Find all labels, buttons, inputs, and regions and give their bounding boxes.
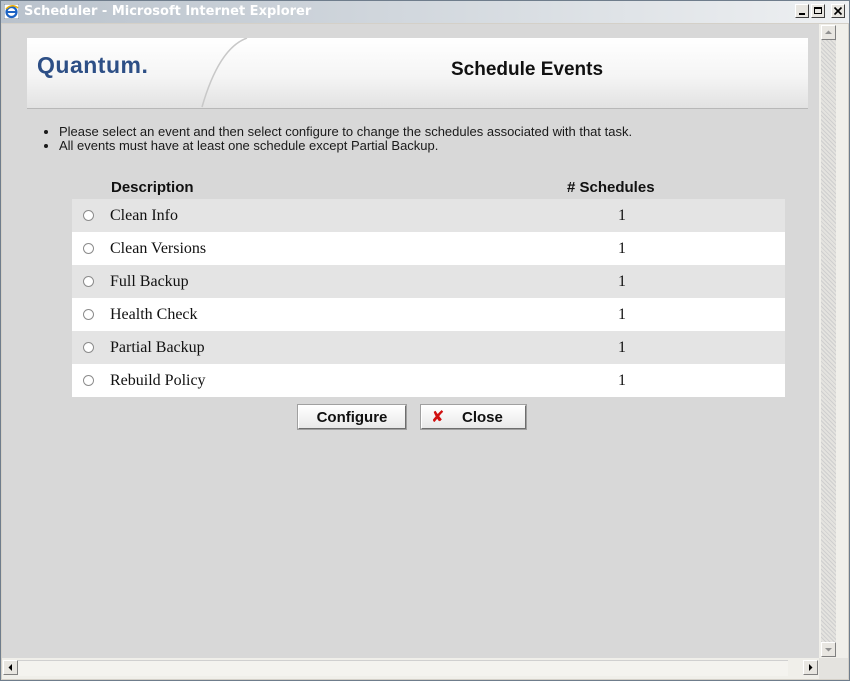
minimize-icon[interactable]: [795, 4, 809, 18]
column-header-schedules: # Schedules: [567, 179, 655, 196]
quantum-logo: Quantum.: [37, 52, 149, 78]
scroll-up-arrow-icon[interactable]: [821, 25, 836, 40]
event-radio[interactable]: [83, 243, 94, 254]
table-row[interactable]: Clean Info 1: [72, 199, 785, 232]
scroll-right-arrow-icon[interactable]: [803, 660, 818, 675]
vertical-scrollbar[interactable]: [819, 24, 848, 658]
table-row[interactable]: Full Backup 1: [72, 265, 785, 298]
event-radio[interactable]: [83, 342, 94, 353]
close-icon[interactable]: [831, 4, 845, 18]
event-schedule-count: 1: [618, 273, 626, 290]
column-header-description: Description: [111, 179, 194, 196]
vertical-scroll-track[interactable]: [821, 40, 836, 642]
event-schedule-count: 1: [618, 339, 626, 356]
event-schedule-count: 1: [618, 207, 626, 224]
close-button[interactable]: ✘ Close: [421, 405, 526, 429]
event-description: Health Check: [110, 306, 198, 323]
instruction-item: Please select an event and then select c…: [59, 125, 834, 139]
page-title: Schedule Events: [450, 59, 604, 80]
red-x-icon: ✘: [431, 407, 445, 426]
events-table: Clean Info 1 Clean Versions 1 Full Backu…: [72, 199, 785, 397]
event-schedule-count: 1: [618, 372, 626, 389]
instructions-list: Please select an event and then select c…: [39, 125, 834, 153]
event-description: Full Backup: [110, 273, 189, 290]
close-button-label: Close: [462, 409, 503, 426]
event-schedule-count: 1: [618, 306, 626, 323]
event-radio[interactable]: [83, 309, 94, 320]
event-radio[interactable]: [83, 375, 94, 386]
horizontal-scrollbar[interactable]: [2, 658, 819, 679]
internet-explorer-icon: [3, 3, 20, 20]
event-description: Clean Versions: [110, 240, 207, 257]
configure-button[interactable]: Configure: [298, 405, 406, 429]
table-row[interactable]: Rebuild Policy 1: [72, 364, 785, 397]
table-row[interactable]: Health Check 1: [72, 298, 785, 331]
event-description: Clean Info: [110, 207, 178, 224]
instruction-item: All events must have at least one schedu…: [59, 139, 834, 153]
event-description: Partial Backup: [110, 339, 205, 356]
browser-window: Scheduler - Microsoft Internet Explorer …: [0, 0, 850, 681]
table-row[interactable]: Partial Backup 1: [72, 331, 785, 364]
event-description: Rebuild Policy: [110, 372, 206, 389]
title-bar[interactable]: Scheduler - Microsoft Internet Explorer: [1, 1, 849, 23]
page-banner: Quantum. Schedule Events: [27, 38, 808, 109]
page-content: Quantum. Schedule Events Please select a…: [2, 24, 819, 658]
configure-button-label: Configure: [316, 409, 388, 426]
banner-divider-icon: [201, 38, 248, 108]
scroll-down-arrow-icon[interactable]: [821, 642, 836, 657]
window-title: Scheduler - Microsoft Internet Explorer: [24, 4, 312, 19]
maximize-icon[interactable]: [811, 4, 825, 18]
event-radio[interactable]: [83, 210, 94, 221]
scrollbar-corner: [819, 658, 848, 679]
table-row[interactable]: Clean Versions 1: [72, 232, 785, 265]
scroll-left-arrow-icon[interactable]: [3, 660, 18, 675]
horizontal-scroll-track[interactable]: [18, 660, 788, 676]
event-schedule-count: 1: [618, 240, 626, 257]
event-radio[interactable]: [83, 276, 94, 287]
